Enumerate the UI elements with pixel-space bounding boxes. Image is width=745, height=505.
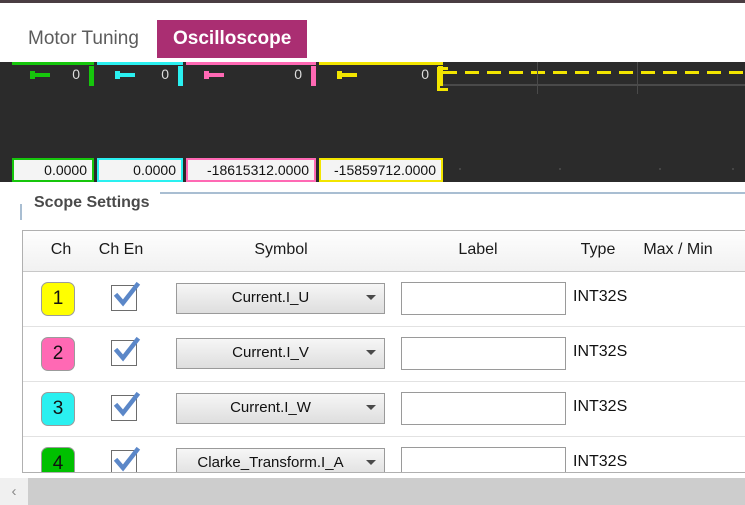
horizontal-scrollbar-thumb[interactable] [28,478,745,505]
channel-value-1[interactable]: 0.0000 [12,158,94,182]
channel-enable-checkbox[interactable] [111,336,141,366]
channel-cursor-icon[interactable] [89,66,94,86]
symbol-dropdown[interactable]: Current.I_W [176,393,385,424]
symbol-dropdown-value: Current.I_V [232,344,309,361]
channel-zero-label: 0 [421,66,429,82]
offset-marker-icon [115,71,135,79]
chevron-down-icon [366,405,376,410]
symbol-dropdown-value: Current.I_W [230,399,311,416]
table-row: 2 Current.I_V INT32S [23,326,745,382]
oscilloscope-app: Motor Tuning Oscilloscope 0 0 0 0 0.0000… [0,0,745,505]
table-header-label: Label [458,241,498,258]
type-value: INT32S [573,343,628,360]
scope-channel-header-2: 0 [97,62,183,94]
channel-zero-label: 0 [72,66,80,82]
channel-enable-checkbox[interactable] [111,281,141,311]
channel-value-3[interactable]: -18615312.0000 [186,158,316,182]
offset-marker-icon [204,71,224,79]
channel-enable-checkbox[interactable] [111,391,141,421]
channel-cursor-icon[interactable] [311,66,316,86]
tab-oscilloscope[interactable]: Oscilloscope [157,20,308,58]
channel-number-badge[interactable]: 3 [41,392,75,426]
channel-value-4[interactable]: -15859712.0000 [319,158,443,182]
table-row: 1 Current.I_U INT32S [23,271,745,327]
plot-grid-dots [437,158,745,184]
scope-display: 0 0 0 0 0.0000 0.0000 -18615312.0000 -15… [0,62,745,239]
chevron-down-icon [366,460,376,465]
channel-number-badge[interactable]: 4 [41,447,75,472]
channel-cursor-icon[interactable] [178,66,183,86]
symbol-dropdown[interactable]: Current.I_U [176,283,385,314]
type-value: INT32S [573,453,628,470]
scope-channel-header-1: 0 [12,62,94,94]
chevron-down-icon [366,295,376,300]
symbol-dropdown[interactable]: Clarke_Transform.I_A [176,448,385,472]
tab-motor-tuning[interactable]: Motor Tuning [22,20,145,58]
horizontal-scrollbar[interactable]: ‹ [0,478,745,505]
offset-marker-icon [337,71,357,79]
waveform-trace-line [443,71,745,74]
waveform-baseline [443,84,745,86]
grid-tick [537,62,538,94]
table-header-ch-en: Ch En [98,241,144,258]
table-header-max-min: Max / Min [643,241,713,258]
scope-channel-header-4: 0 [319,62,443,94]
table-header-row: Ch Ch En Symbol Label Type Max / Min [23,231,745,272]
symbol-dropdown[interactable]: Current.I_V [176,338,385,369]
scope-settings-group: Scope Settings Ch Ch En Symbol Label Type Max… [0,182,745,505]
table-header-symbol: Symbol [254,241,308,258]
table-row: 4 Clarke_Transform.I_A INT32S [23,436,745,472]
channel-zero-label: 0 [294,66,302,82]
grid-tick [637,62,638,94]
channel-settings-table: Ch Ch En Symbol Label Type Max / Min 1 Current… [22,230,745,473]
channel-color-strip [319,62,443,65]
group-divider-corner [20,204,22,220]
scope-channel-header-3: 0 [186,62,316,94]
table-row: 3 Current.I_W INT32S [23,381,745,437]
scroll-left-arrow-icon[interactable]: ‹ [0,478,28,505]
chevron-down-icon [366,350,376,355]
channel-zero-label: 0 [161,66,169,82]
symbol-dropdown-value: Current.I_U [231,289,310,306]
label-input[interactable] [401,337,566,370]
label-input[interactable] [401,282,566,315]
channel-value-2[interactable]: 0.0000 [97,158,183,182]
channel-number-badge[interactable]: 1 [41,282,75,316]
channel-number-badge[interactable]: 2 [41,337,75,371]
label-input[interactable] [401,392,566,425]
table-header-ch: Ch [50,241,72,258]
tab-strip: Motor Tuning Oscilloscope [0,0,745,65]
type-value: INT32S [573,398,628,415]
channel-color-strip [97,62,183,65]
channel-enable-checkbox[interactable] [111,446,141,472]
symbol-dropdown-value: Clarke_Transform.I_A [197,454,344,471]
group-divider-line [160,192,745,194]
scope-settings-title: Scope Settings [34,194,150,211]
type-value: INT32S [573,288,628,305]
table-header-type: Type [580,241,616,258]
channel-color-strip [186,62,316,65]
channel-color-strip [12,62,94,65]
offset-marker-icon [30,71,50,79]
label-input[interactable] [401,447,566,472]
waveform-trace-area[interactable] [437,62,745,94]
